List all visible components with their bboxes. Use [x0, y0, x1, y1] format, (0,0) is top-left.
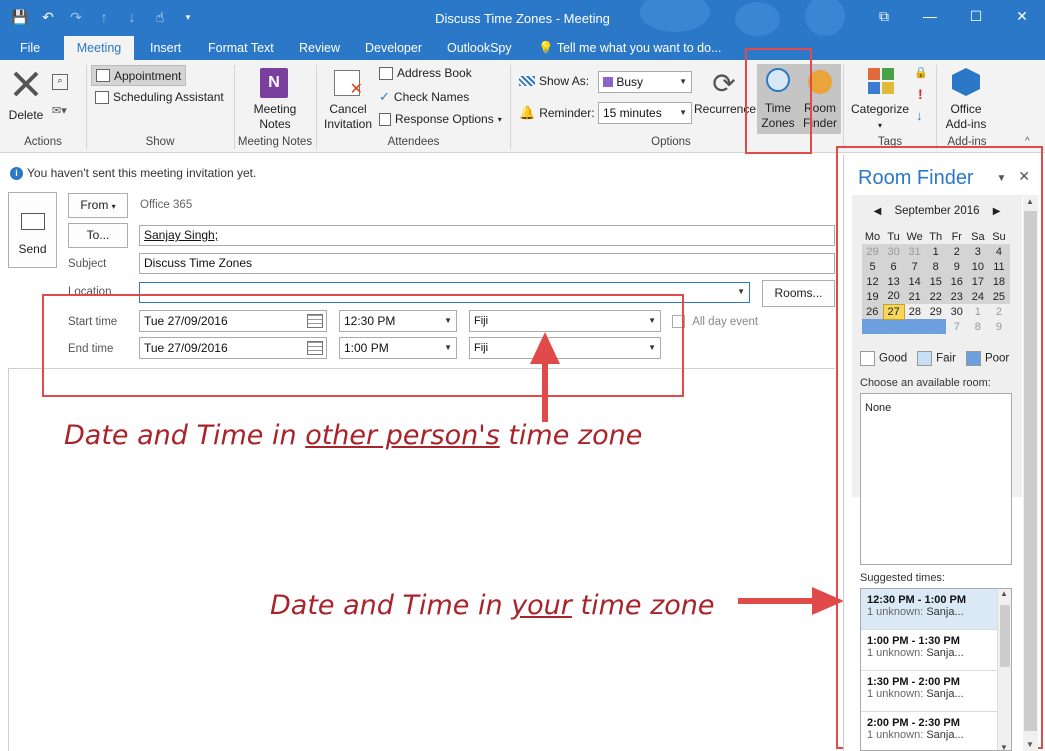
scroll-down-icon[interactable]: ▼	[1000, 743, 1008, 750]
legend-swatch	[965, 351, 981, 366]
calendar-day[interactable]: 4	[883, 319, 905, 334]
calendar-day[interactable]: 25	[988, 289, 1010, 304]
calendar-day[interactable]: 8	[967, 319, 988, 334]
calendar-day[interactable]: 31	[904, 244, 926, 259]
calendar-day[interactable]: 29	[862, 244, 884, 259]
suggestions-scrollbar[interactable]: ▲ ▼	[997, 589, 1011, 750]
room-finder-title: Room Finder	[858, 167, 974, 189]
calendar-day[interactable]: 1	[925, 244, 947, 259]
weekday-header: Tu	[887, 230, 900, 243]
calendar-day[interactable]: 12	[862, 274, 884, 289]
calendar-day[interactable]: 29	[925, 304, 946, 319]
next-month-icon[interactable]: ▶	[993, 206, 1001, 217]
calendar-day[interactable]: 26	[862, 304, 884, 319]
suggested-time-item[interactable]: 12:30 PM - 1:00 PM 1 unknown: Sanja...	[861, 589, 1011, 630]
calendar-day[interactable]: 3	[967, 244, 989, 259]
calendar-day[interactable]: 7	[904, 259, 926, 274]
calendar-month: September 2016	[894, 205, 980, 217]
room-list-item[interactable]: None	[865, 402, 891, 414]
pane-options-icon[interactable]: ▼	[996, 173, 1006, 184]
calendar-day[interactable]: 6	[925, 319, 947, 334]
calendar-day[interactable]: 5	[862, 259, 884, 274]
calendar-grid: Mo Tu We Th Fr Sa Su 29 30 31 1 2 3 4 5 …	[862, 229, 1010, 334]
scrollbar-thumb[interactable]	[1024, 211, 1037, 731]
calendar-day[interactable]: 11	[988, 259, 1010, 274]
weekday-header: Mo	[864, 230, 881, 243]
suggested-times-list: 12:30 PM - 1:00 PM 1 unknown: Sanja... 1…	[860, 588, 1012, 751]
annotation-other-timezone: Date and Time in other person's time zon…	[64, 420, 643, 451]
calendar-day[interactable]: 30	[946, 304, 967, 319]
calendar-day[interactable]: 28	[904, 304, 925, 319]
calendar-day[interactable]: 24	[967, 289, 989, 304]
room-finder-pane: Room Finder ▼ ✕ ◀ September 2016 ▶ Mo Tu…	[843, 155, 1038, 751]
availability-legend: Good Fair Poor	[860, 351, 1009, 366]
suggested-times-label: Suggested times:	[860, 572, 945, 584]
calendar-day[interactable]: 7	[946, 319, 967, 334]
weekday-header: Sa	[971, 230, 985, 243]
calendar-day[interactable]: 20	[883, 289, 905, 304]
scroll-up-icon[interactable]: ▲	[1026, 197, 1034, 206]
calendar-day[interactable]: 19	[862, 289, 884, 304]
scrollbar-thumb[interactable]	[1000, 605, 1010, 667]
legend-fair: Fair	[917, 351, 956, 366]
suggested-time-item[interactable]: 1:30 PM - 2:00 PM 1 unknown: Sanja...	[861, 671, 1011, 712]
calendar-day[interactable]: 8	[925, 259, 947, 274]
calendar-day[interactable]: 6	[883, 259, 905, 274]
calendar-day[interactable]: 2	[988, 304, 1009, 319]
scroll-up-icon[interactable]: ▲	[1000, 589, 1008, 598]
choose-room-label: Choose an available room:	[860, 377, 991, 389]
pane-scrollbar[interactable]: ▲ ▼	[1023, 195, 1038, 751]
calendar-day[interactable]: 9	[946, 259, 968, 274]
scroll-down-icon[interactable]: ▼	[1026, 740, 1034, 749]
weekday-header: Th	[929, 230, 943, 243]
calendar-day[interactable]: 21	[904, 289, 926, 304]
weekday-header: Su	[992, 230, 1006, 243]
calendar-day[interactable]: 3	[862, 319, 884, 334]
suggested-time-item[interactable]: 2:00 PM - 2:30 PM 1 unknown: Sanja...	[861, 712, 1011, 750]
calendar-day[interactable]: 5	[904, 319, 926, 334]
calendar-day[interactable]: 22	[925, 289, 947, 304]
calendar-day[interactable]: 13	[883, 274, 905, 289]
legend-swatch	[860, 351, 875, 366]
annotation-your-timezone: Date and Time in your time zone	[270, 590, 715, 621]
suggested-time-item[interactable]: 1:00 PM - 1:30 PM 1 unknown: Sanja...	[861, 630, 1011, 671]
calendar-day[interactable]: 1	[967, 304, 988, 319]
weekday-header: We	[906, 230, 923, 243]
previous-month-icon[interactable]: ◀	[874, 206, 882, 217]
arrow-right-head-icon	[812, 587, 844, 615]
close-pane-icon[interactable]: ✕	[1018, 168, 1030, 184]
calendar-day[interactable]: 18	[988, 274, 1010, 289]
legend-swatch	[917, 351, 933, 366]
calendar-day[interactable]: 15	[925, 274, 947, 289]
calendar-day[interactable]: 30	[883, 244, 905, 259]
calendar-day[interactable]: 14	[904, 274, 926, 289]
calendar-day[interactable]: 10	[967, 259, 989, 274]
calendar-day[interactable]: 23	[946, 289, 968, 304]
calendar-day[interactable]: 9	[988, 319, 1009, 334]
calendar-day[interactable]: 16	[946, 274, 968, 289]
calendar-day[interactable]: 4	[988, 244, 1010, 259]
calendar-day-selected[interactable]: 27	[882, 303, 905, 320]
legend-good: Good	[860, 351, 907, 366]
calendar-day[interactable]: 17	[967, 274, 989, 289]
calendar-day[interactable]: 2	[946, 244, 968, 259]
legend-poor: Poor	[965, 351, 1009, 366]
room-list[interactable]: None	[860, 393, 1012, 565]
weekday-header: Fr	[951, 230, 962, 243]
arrow-up-head-icon	[530, 332, 560, 364]
